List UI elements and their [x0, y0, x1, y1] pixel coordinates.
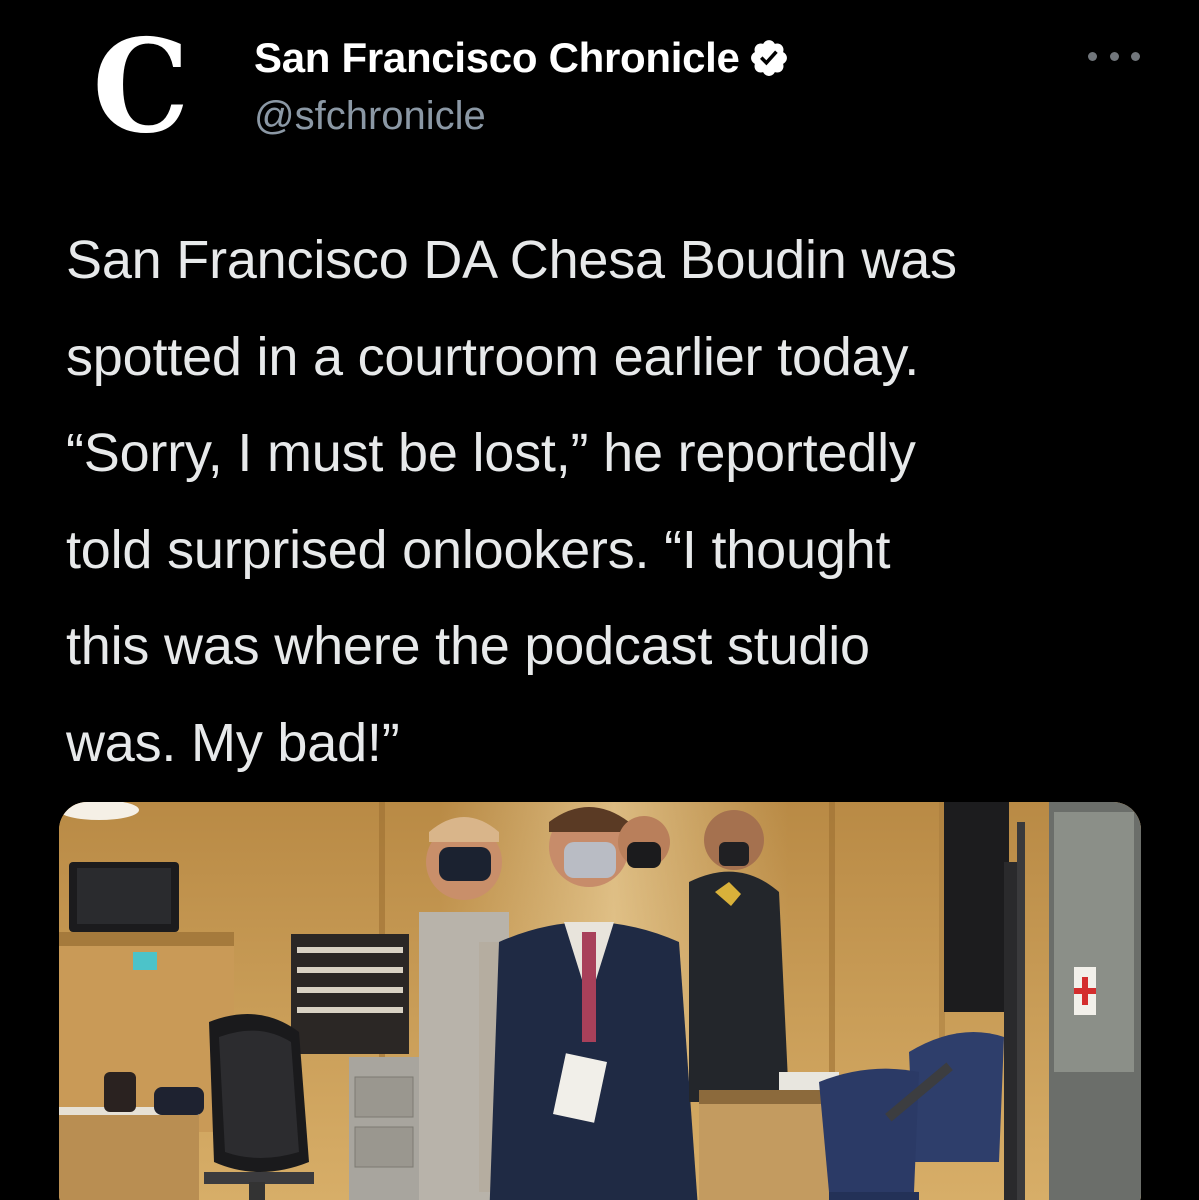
tv-monitor: [944, 802, 1009, 1012]
tweet-text-line: told surprised onlookers. “I thought: [66, 519, 891, 580]
front-desk: [59, 1112, 199, 1200]
avatar-logo: C: [92, 12, 190, 162]
tweet-text: San Francisco DA Chesa Boudin was spotte…: [66, 212, 1176, 791]
more-options-icon[interactable]: [1088, 40, 1140, 72]
tweet-card: C San Francisco Chronicle @sfchronicle S…: [0, 0, 1199, 1200]
account-name-row[interactable]: San Francisco Chronicle: [254, 34, 790, 82]
account-handle[interactable]: @sfchronicle: [254, 94, 486, 139]
more-dot: [1131, 51, 1140, 61]
verified-badge-icon: [748, 37, 790, 79]
person-deputy: [689, 871, 789, 1102]
tweet-text-line: this was where the podcast studio: [66, 616, 870, 676]
tweet-text-line: was. My bad!”: [66, 712, 400, 773]
blue-chair: [909, 1032, 1004, 1162]
tweet-text-line: spotted in a courtroom earlier today.: [66, 326, 920, 387]
tweet-text-line: “Sorry, I must be lost,” he reportedly: [66, 423, 916, 483]
avatar[interactable]: C: [82, 23, 200, 151]
more-dot: [1088, 51, 1097, 61]
courtroom-photo-illustration: [59, 802, 1141, 1200]
tweet-text-line: San Francisco DA Chesa Boudin was: [66, 230, 957, 290]
display-name[interactable]: San Francisco Chronicle: [254, 34, 740, 82]
more-dot: [1109, 51, 1119, 61]
tweet-photo[interactable]: [59, 802, 1141, 1200]
